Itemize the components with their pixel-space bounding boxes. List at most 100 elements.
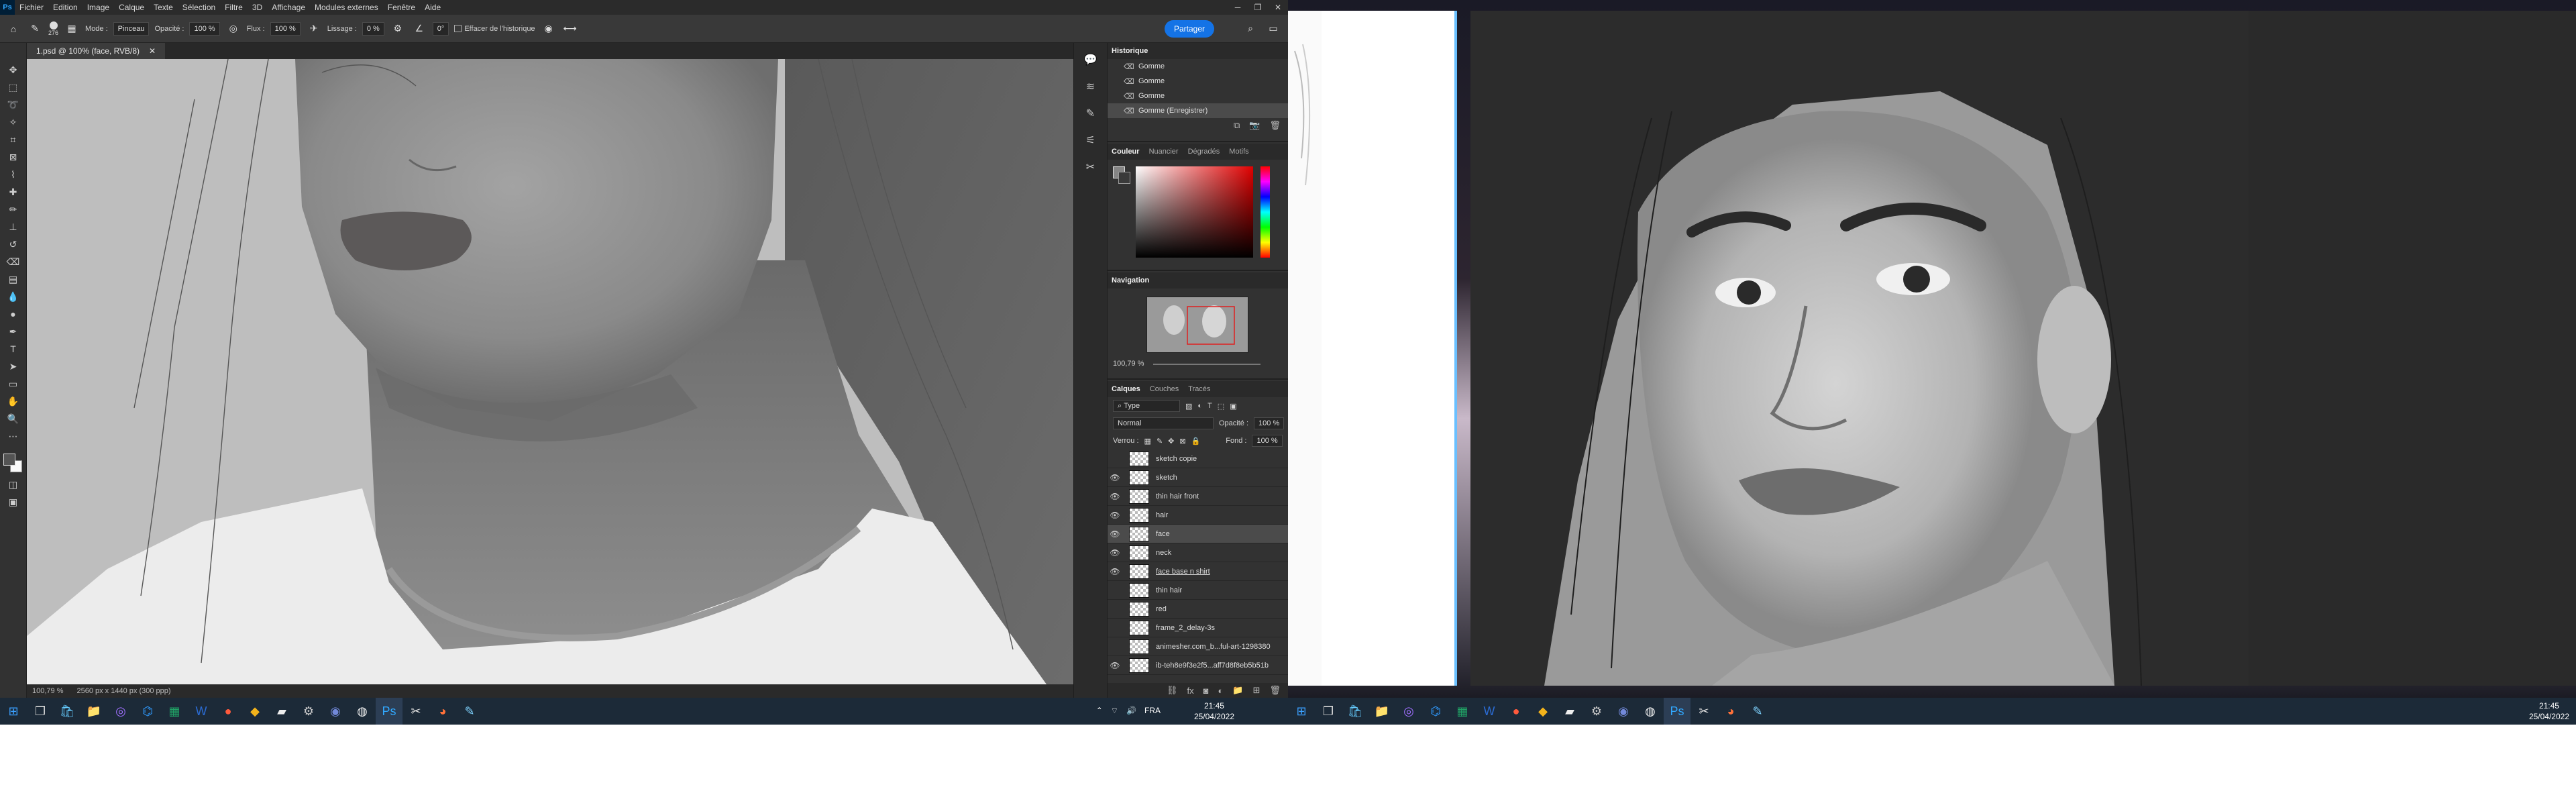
- add-mask-icon[interactable]: ◙: [1203, 686, 1209, 696]
- app-notes-icon[interactable]: ✎: [456, 698, 483, 725]
- tab-motifs[interactable]: Motifs: [1229, 148, 1248, 156]
- pen-tool-icon[interactable]: ✒: [5, 325, 21, 338]
- layer-opacity-field[interactable]: 100 %: [1254, 417, 1285, 429]
- layer-row[interactable]: sketch copie: [1108, 450, 1289, 468]
- app-circle-icon[interactable]: ◍: [1637, 698, 1664, 725]
- tab-nuancier[interactable]: Nuancier: [1149, 148, 1179, 156]
- magic-wand-icon[interactable]: ✧: [5, 115, 21, 129]
- zoom-readout[interactable]: 100,79 %: [32, 687, 63, 695]
- path-selection-icon[interactable]: ➤: [5, 360, 21, 373]
- symmetry-icon[interactable]: ⟷: [562, 21, 578, 37]
- taskbar-clock[interactable]: 21:45 25/04/2022: [2529, 700, 2569, 722]
- new-layer-icon[interactable]: ⊞: [1253, 685, 1260, 696]
- quick-mask-icon[interactable]: ◫: [5, 478, 21, 491]
- vscode-icon[interactable]: ⌬: [1422, 698, 1449, 725]
- color-picker-field[interactable]: [1136, 166, 1253, 258]
- more-tools-icon[interactable]: ⋯: [5, 429, 21, 443]
- eraser-icon[interactable]: ⌫: [5, 255, 21, 268]
- history-tab[interactable]: Historique: [1112, 47, 1148, 55]
- move-tool-icon[interactable]: ✥: [5, 63, 21, 76]
- filter-type-icon[interactable]: T: [1208, 402, 1212, 410]
- foreground-color-swatch[interactable]: [3, 454, 15, 466]
- layer-row[interactable]: animesher.com_b...ful-art-1298380: [1108, 637, 1289, 656]
- menu-fenetre[interactable]: Fenêtre: [383, 3, 420, 12]
- word-icon[interactable]: W: [1476, 698, 1503, 725]
- app-red-icon[interactable]: ●: [1503, 698, 1529, 725]
- workspace-icon[interactable]: ▭: [1265, 20, 1281, 36]
- menu-modules-externes[interactable]: Modules externes: [310, 3, 383, 12]
- flow-field[interactable]: 100 %: [270, 21, 301, 36]
- layer-row-selected[interactable]: 👁 face: [1108, 525, 1289, 543]
- app-icon[interactable]: ◎: [1395, 698, 1422, 725]
- brush-tool-icon[interactable]: ✏: [5, 203, 21, 216]
- navigator-zoom-value[interactable]: 100,79 %: [1113, 360, 1144, 368]
- navigator-thumbnail[interactable]: [1146, 297, 1248, 353]
- eraser-tool-icon[interactable]: ✎: [27, 21, 43, 37]
- hand-tool-icon[interactable]: ✋: [5, 394, 21, 408]
- layer-row[interactable]: 👁 face base n shirt: [1108, 562, 1289, 581]
- eyedropper-icon[interactable]: ⌇: [5, 168, 21, 181]
- angle-field[interactable]: 0°: [432, 21, 449, 36]
- app-icon[interactable]: ◎: [107, 698, 134, 725]
- history-item[interactable]: ⌫ Gomme: [1108, 59, 1289, 74]
- tab-degrades[interactable]: Dégradés: [1188, 148, 1220, 156]
- eye-icon[interactable]: 👁: [1108, 511, 1122, 520]
- brush-size-preset[interactable]: 276: [48, 21, 58, 36]
- smoothing-field[interactable]: 0 %: [362, 21, 384, 36]
- fill-field[interactable]: 100 %: [1252, 435, 1283, 447]
- firefox-icon[interactable]: ◕: [1717, 698, 1744, 725]
- windows-start-icon[interactable]: ⊞: [0, 698, 27, 725]
- discord-icon[interactable]: ◉: [322, 698, 349, 725]
- history-brush-icon[interactable]: ↺: [5, 238, 21, 251]
- eye-icon[interactable]: 👁: [1108, 473, 1122, 482]
- steam-icon[interactable]: ⚙: [1583, 698, 1610, 725]
- rectangle-tool-icon[interactable]: ▭: [5, 377, 21, 390]
- document-tab[interactable]: 1.psd @ 100% (face, RVB/8) ✕: [27, 43, 166, 59]
- menu-calque[interactable]: Calque: [114, 3, 149, 12]
- new-document-from-state-icon[interactable]: ⧉: [1234, 120, 1240, 131]
- lock-artboard-icon[interactable]: ⊠: [1179, 437, 1185, 445]
- maximize-icon[interactable]: ❐: [1248, 0, 1268, 15]
- history-item-selected[interactable]: ⌫ Gomme (Enregistrer): [1108, 103, 1289, 118]
- app-circle-icon[interactable]: ◍: [349, 698, 376, 725]
- frame-tool-icon[interactable]: ⊠: [5, 150, 21, 164]
- menu-aide[interactable]: Aide: [420, 3, 445, 12]
- new-group-icon[interactable]: 📁: [1232, 685, 1243, 696]
- network-icon[interactable]: ⌔: [1111, 706, 1118, 716]
- eye-icon[interactable]: 👁: [1108, 529, 1122, 539]
- share-button[interactable]: Partager: [1164, 20, 1214, 38]
- brush-settings-icon[interactable]: ▦: [64, 21, 80, 37]
- taskbar-clock[interactable]: 21:45 25/04/2022: [1194, 700, 1234, 722]
- blank-window[interactable]: [1322, 11, 1457, 686]
- brushes-panel-icon[interactable]: ≋: [1081, 79, 1100, 94]
- adjustments-icon[interactable]: ⚟: [1081, 133, 1100, 148]
- file-explorer-icon[interactable]: 📁: [80, 698, 107, 725]
- store-icon[interactable]: 🛍: [54, 698, 80, 725]
- app-dark-icon[interactable]: ▰: [268, 698, 295, 725]
- lock-pixels-icon[interactable]: ✎: [1157, 437, 1163, 445]
- firefox-icon[interactable]: ◕: [429, 698, 456, 725]
- history-item[interactable]: ⌫ Gomme: [1108, 89, 1289, 103]
- close-icon[interactable]: ✕: [1268, 0, 1288, 15]
- layer-row[interactable]: red: [1108, 600, 1289, 619]
- app-gold-icon[interactable]: ◆: [241, 698, 268, 725]
- blur-tool-icon[interactable]: 💧: [5, 290, 21, 303]
- eye-icon[interactable]: 👁: [1108, 567, 1122, 576]
- pressure-opacity-icon[interactable]: ◎: [225, 21, 241, 37]
- lasso-tool-icon[interactable]: ➰: [5, 98, 21, 111]
- blend-mode-select[interactable]: Normal: [1113, 417, 1214, 429]
- layer-row[interactable]: 👁 sketch: [1108, 468, 1289, 487]
- erase-history-option[interactable]: Effacer de l'historique: [454, 25, 535, 33]
- task-view-icon[interactable]: ❐: [27, 698, 54, 725]
- app-red-icon[interactable]: ●: [215, 698, 241, 725]
- comments-icon[interactable]: 💬: [1081, 52, 1100, 67]
- brush-settings-panel-icon[interactable]: ✎: [1081, 106, 1100, 121]
- vscode-icon[interactable]: ⌬: [134, 698, 161, 725]
- menu-selection[interactable]: Sélection: [178, 3, 220, 12]
- minimize-icon[interactable]: ─: [1228, 0, 1248, 15]
- color-swatches[interactable]: [3, 454, 23, 474]
- tab-traces[interactable]: Tracés: [1188, 385, 1210, 393]
- lock-transparent-icon[interactable]: ▦: [1144, 437, 1151, 445]
- menu-texte[interactable]: Texte: [149, 3, 178, 12]
- delete-state-icon[interactable]: 🗑: [1269, 120, 1281, 131]
